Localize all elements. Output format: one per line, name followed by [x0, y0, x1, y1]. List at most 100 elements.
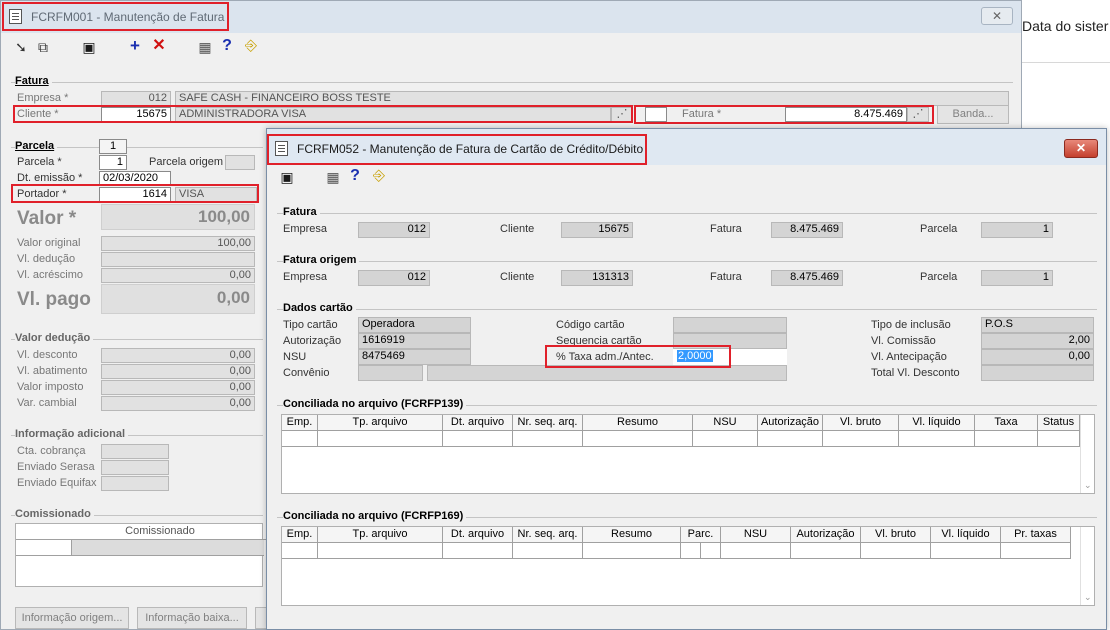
cell[interactable]	[583, 543, 681, 559]
vl-antecipacao-field: 0,00	[981, 349, 1094, 365]
cell[interactable]	[513, 431, 583, 447]
select-arrow-icon[interactable]: ➘	[13, 39, 29, 55]
valor-imposto-field: 0,00	[101, 380, 255, 395]
enviado-serasa-field	[101, 460, 169, 475]
info-origem-button[interactable]: Informação origem...	[15, 607, 129, 629]
comissionado-row-cell-2[interactable]	[72, 540, 264, 556]
add-icon[interactable]: +	[127, 37, 143, 54]
col-taxa: Taxa	[975, 415, 1038, 431]
parcela-field[interactable]: 1	[99, 155, 127, 170]
fatura-label: Fatura	[710, 223, 742, 235]
info-baixa-button[interactable]: Informação baixa...	[137, 607, 247, 629]
conc169-grid[interactable]: Emp. Tp. arquivo Dt. arquivo Nr. seq. ar…	[281, 526, 1095, 606]
cell[interactable]	[318, 431, 443, 447]
col-nsu: NSU	[693, 415, 758, 431]
exit-door-icon[interactable]: ⎆	[243, 38, 259, 54]
cell[interactable]	[681, 543, 701, 559]
col-resumo: Resumo	[583, 527, 681, 543]
vl-comissao-field: 2,00	[981, 333, 1094, 349]
cell[interactable]	[282, 431, 318, 447]
cell[interactable]	[443, 543, 513, 559]
col-nr-seq-arq: Nr. seq. arq.	[513, 527, 583, 543]
empresa-name-field: SAFE CASH - FINANCEIRO BOSS TESTE	[175, 91, 1009, 106]
origem-empresa-field: 012	[358, 270, 430, 286]
cell[interactable]	[758, 431, 823, 447]
col-dt-arquivo: Dt. arquivo	[443, 415, 513, 431]
cell[interactable]	[513, 543, 583, 559]
cell[interactable]	[282, 543, 318, 559]
cell[interactable]	[443, 431, 513, 447]
vl-abatimento-label: Vl. abatimento	[17, 365, 88, 377]
comissionado-grid[interactable]: Comissionado	[15, 523, 304, 587]
col-nsu: NSU	[721, 527, 791, 543]
cell[interactable]	[1038, 431, 1080, 447]
col-vl-liquido: Vl. líquido	[899, 415, 975, 431]
cell[interactable]	[931, 543, 1001, 559]
fatura-origem-section-title: Fatura origem	[283, 254, 360, 266]
cliente-field: 15675	[561, 222, 633, 238]
title-highlight	[2, 2, 229, 31]
vl-desconto-label: Vl. desconto	[17, 349, 78, 361]
cell[interactable]	[701, 543, 721, 559]
codigo-cartao-field	[673, 317, 787, 333]
scroll-down-icon[interactable]: ⌄	[1084, 592, 1092, 603]
enviado-serasa-label: Enviado Serasa	[17, 461, 95, 473]
fatura-highlight	[634, 105, 934, 124]
exit-door-icon[interactable]: ⎆	[371, 168, 387, 184]
cell[interactable]	[791, 543, 861, 559]
conc139-scrollbar[interactable]: ⌄	[1080, 415, 1094, 493]
cell[interactable]	[583, 431, 693, 447]
cell[interactable]	[693, 431, 758, 447]
copy-icon[interactable]: ⧉	[35, 39, 51, 55]
conc139-grid[interactable]: Emp. Tp. arquivo Dt. arquivo Nr. seq. ar…	[281, 414, 1095, 494]
close-button[interactable]: ✕	[981, 7, 1013, 25]
cell[interactable]	[823, 431, 899, 447]
cell[interactable]	[975, 431, 1038, 447]
empresa-code-field: 012	[101, 91, 171, 106]
col-autorizacao: Autorização	[791, 527, 861, 543]
delete-icon[interactable]: ✕	[151, 38, 167, 54]
tipo-inclusao-label: Tipo de inclusão	[871, 319, 951, 331]
nsu-field: 8475469	[358, 349, 471, 365]
var-cambial-field: 0,00	[101, 396, 255, 411]
origem-fatura-label: Fatura	[710, 271, 742, 283]
cell[interactable]	[899, 431, 975, 447]
banda-button[interactable]: Banda...	[937, 105, 1009, 124]
col-pr-taxas: Pr. taxas	[1001, 527, 1071, 543]
portador-highlight	[11, 184, 259, 203]
fatura-section-line	[277, 213, 1097, 214]
conc139-section-title: Conciliada no arquivo (FCRFP139)	[283, 398, 467, 410]
conc169-section-title: Conciliada no arquivo (FCRFP169)	[283, 510, 467, 522]
parcela-origem-field	[225, 155, 255, 170]
cell[interactable]	[318, 543, 443, 559]
convenio-label: Convênio	[283, 367, 330, 379]
conc169-row[interactable]	[282, 543, 1071, 559]
save-icon[interactable]: ▣	[279, 169, 295, 185]
calculator-icon[interactable]: ▦	[197, 39, 213, 55]
conc169-scrollbar[interactable]: ⌄	[1080, 527, 1094, 605]
scroll-down-icon[interactable]: ⌄	[1084, 480, 1092, 491]
save-icon[interactable]: ▣	[81, 39, 97, 55]
autorizacao-label: Autorização	[283, 335, 342, 347]
help-icon[interactable]: ?	[219, 38, 235, 54]
cell[interactable]	[721, 543, 791, 559]
calculator-icon[interactable]: ▦	[325, 169, 341, 185]
vl-abatimento-field: 0,00	[101, 364, 255, 379]
fatura-origem-section-line	[277, 261, 1097, 262]
cell[interactable]	[861, 543, 931, 559]
autorizacao-field: 1616919	[358, 333, 471, 349]
vl-desconto-field: 0,00	[101, 348, 255, 363]
help-icon[interactable]: ?	[347, 168, 363, 184]
total-vl-desconto-label: Total Vl. Desconto	[871, 367, 960, 379]
conc139-row[interactable]	[282, 431, 1080, 447]
empresa-label: Empresa *	[17, 92, 69, 104]
vl-deducao-field	[101, 252, 255, 267]
conc139-header-row: Emp. Tp. arquivo Dt. arquivo Nr. seq. ar…	[282, 415, 1080, 431]
origem-cliente-label: Cliente	[500, 271, 535, 283]
parcela-tab[interactable]: 1	[99, 139, 127, 154]
col-parc: Parc.	[681, 527, 721, 543]
cartao-window: FCRFM052 - Manutenção de Fatura de Cartã…	[266, 128, 1107, 630]
comissionado-row-cell[interactable]	[16, 540, 72, 556]
close-button[interactable]: ✕	[1064, 139, 1098, 158]
cell[interactable]	[1001, 543, 1071, 559]
